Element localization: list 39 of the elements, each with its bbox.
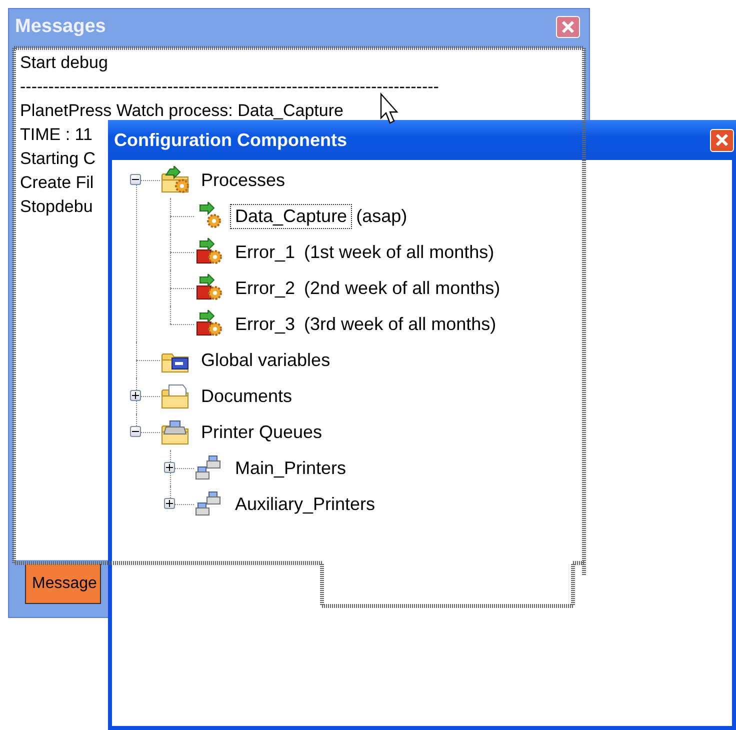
log-line: Start debug [20,52,108,74]
close-icon [715,133,729,147]
close-button[interactable] [710,128,734,152]
gear-stack-icon [194,310,224,338]
collapse-button[interactable] [130,426,141,437]
tree-item[interactable]: Data_Capture [230,204,352,228]
tree-item[interactable]: Printer Queues [196,420,328,444]
tree-item[interactable]: Auxiliary_Printers [230,492,380,516]
gear-stack-icon [194,238,224,266]
tree-item[interactable]: Documents [196,384,298,408]
tree-item[interactable]: Error_2 [230,276,300,300]
tree-item[interactable]: Processes [196,168,290,192]
expand-button[interactable] [164,498,175,509]
log-line: Stopdebu [20,196,93,218]
log-line: Starting C [20,148,96,170]
close-icon [561,20,575,34]
tree-item[interactable]: Error_1 [230,240,300,264]
close-button[interactable] [556,16,580,38]
expand-button[interactable] [164,462,175,473]
window-title: Configuration Components [113,130,347,150]
log-line: Create Fil [20,172,94,194]
schedule-text: (1st week of all months) [304,242,494,262]
cursor-icon [380,92,398,124]
tree-item[interactable]: Main_Printers [230,456,352,480]
schedule-text: (3rd week of all months) [304,314,496,334]
window-title: Messages [15,16,106,38]
folder-printer-icon [160,418,190,446]
tree-item[interactable]: Global variables [196,348,336,372]
expand-button[interactable] [130,390,141,401]
gear-stack-icon [194,274,224,302]
log-line: TIME : 11 [20,124,92,146]
schedule-text: (2nd week of all months) [304,278,500,298]
schedule-text: (asap) [356,206,408,226]
log-line: PlanetPress Watch process: Data_Capture [20,100,344,122]
log-line: -------------------------------------------------------------------------- [20,76,439,98]
collapse-button[interactable] [130,174,141,185]
tree-item[interactable]: Error_3 [230,312,300,336]
tab[interactable]: Message [25,564,101,604]
folder-gear-icon [160,166,190,194]
